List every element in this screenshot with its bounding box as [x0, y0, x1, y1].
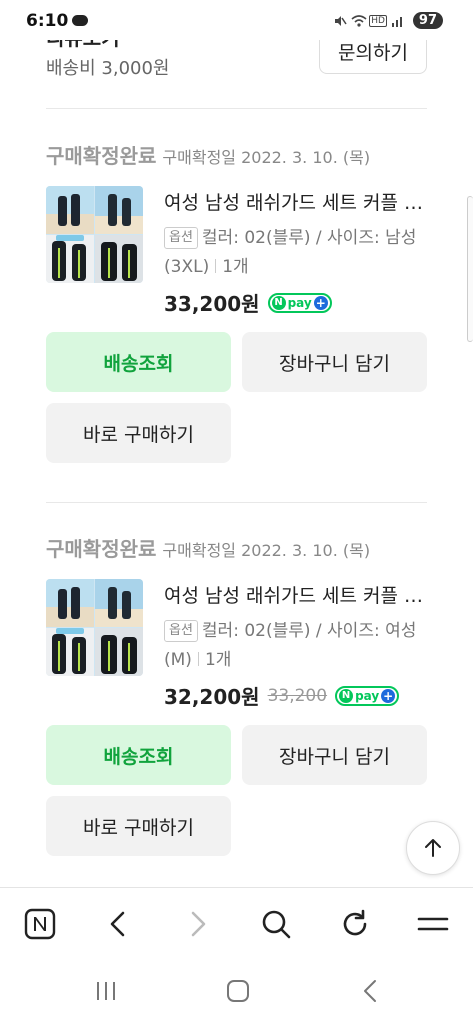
system-nav-bar — [0, 959, 473, 1024]
order-item: 구매확정완료 구매확정일 2022. 3. 10. (목) 여성 남성 래쉬가드… — [0, 140, 473, 530]
battery-level: 97 — [412, 12, 443, 29]
confirmed-date: 구매확정일 2022. 3. 10. (목) — [162, 541, 371, 560]
add-to-cart-button[interactable]: 장바구니 담기 — [242, 332, 427, 392]
product-thumbnail[interactable] — [46, 579, 143, 676]
track-delivery-button[interactable]: 배송조회 — [46, 725, 231, 785]
price: 33,200원 — [164, 292, 260, 316]
menu-icon[interactable] — [415, 906, 451, 942]
price-row: 32,200원 33,200 Npay + — [164, 681, 400, 710]
quantity: 1개 — [204, 650, 232, 670]
home-icon[interactable] — [220, 973, 256, 1009]
order-item: 구매확정완료 구매확정일 2022. 3. 10. (목) 여성 남성 래쉬가드… — [0, 533, 473, 887]
separator — [197, 652, 199, 666]
confirmed-date: 구매확정일 2022. 3. 10. (목) — [162, 148, 371, 167]
mute-icon — [333, 14, 347, 28]
shipping-fee: 배송비 3,000원 — [46, 58, 170, 79]
add-to-cart-button[interactable]: 장바구니 담기 — [242, 725, 427, 785]
naver-home-icon[interactable] — [22, 906, 58, 942]
section-divider — [46, 502, 427, 503]
naver-n-icon: N — [339, 688, 354, 703]
order-status-line: 구매확정완료 구매확정일 2022. 3. 10. (목) — [46, 140, 370, 169]
plus-icon: + — [313, 295, 328, 310]
order-status: 구매확정완료 — [46, 537, 157, 561]
back-icon[interactable] — [352, 973, 388, 1009]
option-text: 컬러: 02(블루) / 사이즈: 남성(3XL) — [164, 228, 417, 277]
track-delivery-button[interactable]: 배송조회 — [46, 332, 231, 392]
naver-n-icon: N — [271, 295, 286, 310]
scroll-to-top-button[interactable] — [406, 821, 460, 875]
option-badge: 옵션 — [164, 227, 198, 249]
price: 32,200원 — [164, 685, 260, 709]
search-icon[interactable] — [258, 906, 294, 942]
quantity: 1개 — [222, 257, 249, 277]
order-list-page: 리뷰보기 배송비 3,000원 문의하기 구매확정완료구매확정일 2022. 3… — [0, 0, 473, 887]
forward-icon[interactable] — [180, 906, 216, 942]
npay-plus-badge: Npay + — [267, 292, 332, 313]
product-option: 옵션 컬러: 02(블루) / 사이즈: 여성(M) 1개 — [164, 617, 426, 675]
arrow-up-icon — [425, 839, 441, 857]
npay-label: pay — [355, 688, 380, 703]
product-thumbnail[interactable] — [46, 186, 143, 283]
section-divider — [46, 108, 427, 109]
order-status: 구매확정완료 — [46, 144, 157, 168]
original-price: 33,200 — [267, 685, 328, 706]
plus-icon: + — [381, 688, 396, 703]
option-badge: 옵션 — [164, 620, 198, 642]
signal-icon — [391, 14, 405, 28]
status-icons: HD 97 — [333, 12, 443, 29]
wifi-icon — [351, 14, 367, 28]
status-time: 6:10 — [26, 11, 69, 31]
browser-toolbar — [0, 887, 473, 959]
buy-now-button[interactable]: 바로 구매하기 — [46, 403, 231, 463]
cloud-notification-icon — [72, 15, 88, 26]
npay-plus-badge: Npay + — [335, 685, 400, 706]
price-row: 33,200원 Npay + — [164, 288, 332, 317]
order-status-line: 구매확정완료 구매확정일 2022. 3. 10. (목) — [46, 533, 370, 562]
npay-label: pay — [287, 295, 312, 310]
recent-apps-icon[interactable] — [88, 973, 124, 1009]
page-scrollbar[interactable] — [467, 196, 473, 342]
product-option: 옵션 컬러: 02(블루) / 사이즈: 남성(3XL) 1개 — [164, 224, 426, 282]
buy-now-button[interactable]: 바로 구매하기 — [46, 796, 231, 856]
separator — [215, 259, 217, 273]
hd-voice-icon: HD — [369, 14, 387, 27]
refresh-icon[interactable] — [337, 906, 373, 942]
product-name[interactable]: 여성 남성 래쉬가드 세트 커플 수영복 — [164, 581, 426, 608]
product-name[interactable]: 여성 남성 래쉬가드 세트 커플 수영복 — [164, 188, 426, 215]
back-icon[interactable] — [100, 906, 136, 942]
status-bar: 6:10 HD 97 — [0, 0, 473, 40]
option-text: 컬러: 02(블루) / 사이즈: 여성(M) — [164, 621, 417, 670]
